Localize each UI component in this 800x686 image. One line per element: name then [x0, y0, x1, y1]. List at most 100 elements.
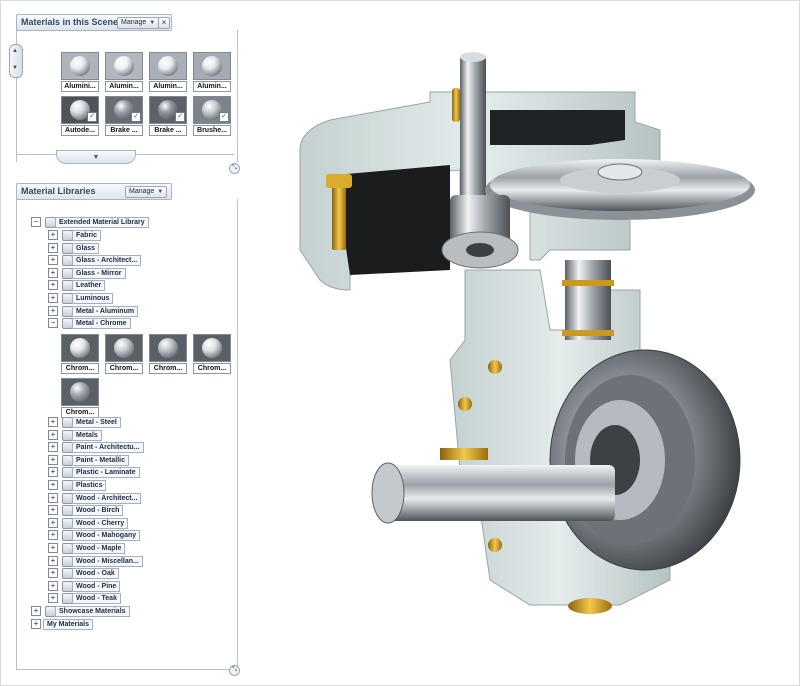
scene-material-swatch[interactable]: Alumin... [149, 52, 187, 92]
expand-icon[interactable]: + [48, 480, 58, 490]
checkmark-icon: ✓ [87, 112, 97, 122]
tree-item-label: Metal - Chrome [72, 318, 131, 330]
expand-icon[interactable]: + [48, 293, 58, 303]
material-preview: ✓ [149, 96, 187, 124]
expand-icon[interactable]: + [31, 606, 41, 616]
tree-item-label: Fabric [72, 230, 102, 241]
expand-icon[interactable]: + [48, 593, 58, 604]
tree-item-label: Luminous [72, 293, 114, 304]
tree-item-label: Leather [72, 280, 106, 292]
material-sphere [158, 338, 178, 359]
chrome-material-swatch[interactable]: Chrom... [105, 334, 143, 375]
tree-item-label: Wood - Teak [72, 593, 121, 605]
expand-icon[interactable]: + [48, 305, 58, 316]
tree-item-label: Paint - Architectu... [72, 442, 144, 454]
expand-icon[interactable]: + [48, 255, 58, 266]
tree-item-label: Wood - Cherry [72, 517, 129, 529]
scene-material-swatch[interactable]: Alumini... [61, 52, 99, 92]
material-preview [61, 378, 99, 407]
library-panel-title: Material Libraries [21, 186, 96, 196]
expand-icon[interactable]: + [31, 619, 41, 629]
material-preview [149, 334, 187, 363]
collapse-icon[interactable]: − [31, 217, 41, 227]
expand-icon[interactable]: + [48, 429, 58, 440]
material-preview: ✓ [193, 96, 231, 124]
expand-icon[interactable]: + [48, 454, 58, 465]
expand-icon[interactable]: + [48, 467, 58, 478]
tree-item-label: Metal - Steel [72, 417, 121, 428]
scene-material-swatch[interactable]: Alumin... [105, 52, 143, 92]
scene-material-swatch[interactable]: ✓ Brushe... [193, 96, 231, 136]
scene-panel-title: Materials in this Scene [21, 17, 119, 27]
expand-icon[interactable]: + [48, 242, 58, 253]
expand-icon[interactable]: + [48, 580, 58, 591]
scene-manage-button[interactable]: Manage ▼ [117, 17, 160, 29]
expand-icon[interactable]: + [48, 442, 58, 453]
material-label: Chrom... [105, 363, 143, 375]
material-preview [61, 52, 99, 80]
chevron-down-icon: ▼ [157, 189, 164, 195]
divider [16, 154, 56, 155]
library-manage-label: Manage [129, 188, 155, 195]
chevron-down-icon: ▼ [92, 154, 100, 161]
scene-material-swatch[interactable]: ✓ Brake ... [105, 96, 143, 136]
chrome-material-swatch[interactable]: Chrom... [193, 334, 231, 375]
library-panel-header: Material Libraries Manage ▼ [16, 183, 172, 200]
material-sphere [70, 56, 90, 76]
expand-icon[interactable]: + [48, 543, 58, 553]
tree-item-label: My Materials [43, 619, 94, 630]
expand-icon[interactable]: + [48, 568, 58, 579]
material-label: Alumin... [193, 81, 231, 92]
material-preview [149, 52, 187, 80]
resize-grip-icon[interactable]: ⤡ [229, 665, 240, 676]
resize-grip-icon[interactable]: ⤡ [229, 163, 240, 174]
expand-icon[interactable]: + [48, 492, 58, 503]
expand-icon[interactable]: + [48, 555, 58, 566]
output-shaft-vertical [565, 260, 611, 340]
tree-item-label: Extended Material Library [55, 217, 149, 228]
material-sphere [114, 338, 134, 359]
material-preview: ✓ [61, 96, 99, 124]
material-label: Chrom... [193, 363, 231, 375]
expand-icon[interactable]: + [48, 280, 58, 291]
material-sphere [202, 338, 222, 359]
tree-item-label: Wood - Pine [72, 580, 121, 592]
material-preview [193, 334, 231, 363]
collapse-icon[interactable]: − [48, 318, 58, 329]
expand-icon[interactable]: + [48, 417, 58, 427]
divider [134, 154, 234, 155]
scene-panel-header: Materials in this Scene Manage ▼ × [16, 14, 172, 31]
expand-icon[interactable]: + [48, 230, 58, 240]
expand-icon[interactable]: + [48, 530, 58, 541]
scene-material-swatch[interactable]: ✓ Autode... [61, 96, 99, 136]
tree-item-label: Plastic - Laminate [72, 467, 140, 479]
material-sphere [158, 56, 178, 76]
close-icon[interactable]: × [158, 17, 170, 29]
tree-item-label: Wood - Architect... [72, 492, 142, 504]
library-manage-button[interactable]: Manage ▼ [125, 186, 168, 198]
expand-icon[interactable]: + [48, 505, 58, 516]
scene-material-swatch[interactable]: ✓ Brake ... [149, 96, 187, 136]
tree-item-label: Glass - Mirror [72, 267, 126, 279]
gearbox-render [299, 52, 755, 614]
expand-icon[interactable]: + [48, 517, 58, 528]
tree-item-label: Paint - Metallic [72, 454, 130, 466]
scroll-handle[interactable]: ▲ ▼ [9, 44, 23, 78]
material-preview: ✓ [105, 96, 143, 124]
chrome-material-swatch[interactable]: Chrom... [61, 378, 99, 419]
collapse-tab[interactable]: ▼ [56, 150, 136, 164]
scroll-down-icon: ▼ [12, 65, 18, 71]
tree-item-label: Wood - Maple [72, 543, 126, 554]
tree-item-label: Wood - Birch [72, 505, 124, 517]
spur-gear [485, 159, 755, 220]
material-preview [105, 52, 143, 80]
material-label: Alumin... [105, 81, 143, 92]
material-label: Chrom... [149, 363, 187, 375]
tree-item-label: Glass - Architect... [72, 255, 142, 267]
output-shaft-horizontal [385, 465, 615, 521]
expand-icon[interactable]: + [48, 267, 58, 278]
chrome-material-swatch[interactable]: Chrom... [61, 334, 99, 375]
scene-material-swatch[interactable]: Alumin... [193, 52, 231, 92]
chrome-material-swatch[interactable]: Chrom... [149, 334, 187, 375]
chevron-down-icon: ▼ [149, 20, 156, 26]
